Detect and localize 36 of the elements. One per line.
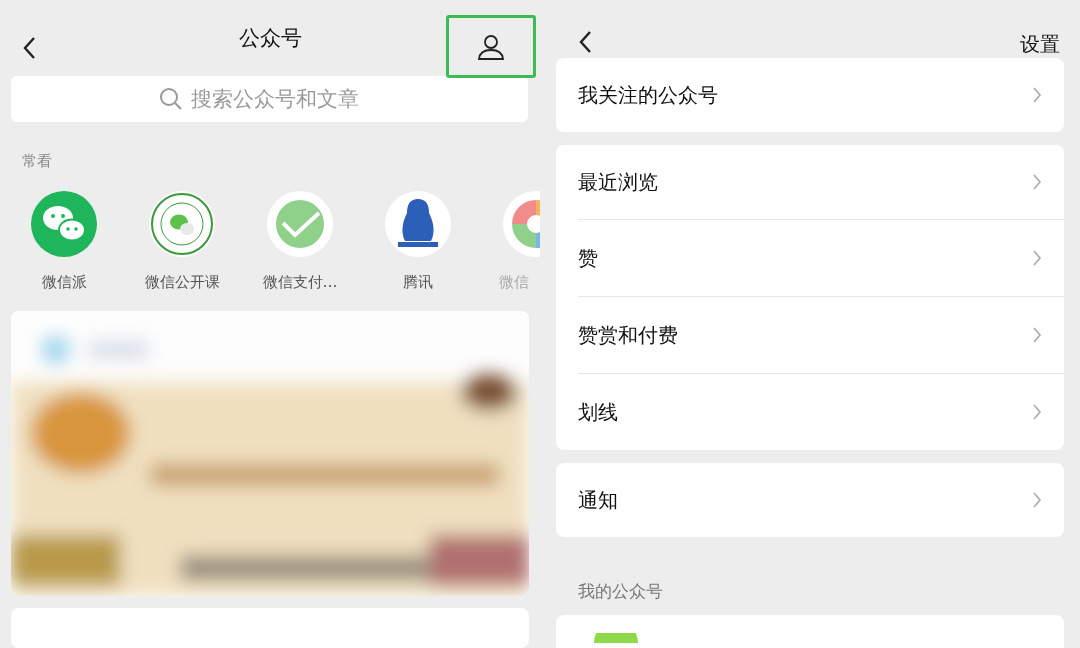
settings-row[interactable]: 赞赏和付费 — [578, 296, 1064, 373]
person-icon — [477, 32, 505, 61]
penguin-icon — [385, 191, 451, 258]
back-icon[interactable] — [578, 30, 592, 54]
account-name: 微信派 — [41, 273, 87, 293]
chevron-icon — [1032, 403, 1042, 421]
account-item[interactable]: 微信支付… — [241, 191, 359, 303]
back-icon[interactable] — [22, 36, 36, 60]
settings-row[interactable]: 我关注的公众号 — [578, 58, 1064, 132]
profile-button[interactable] — [446, 15, 536, 78]
section-heading: 我的公众号 — [578, 580, 664, 603]
account-item[interactable]: 微信公开课 — [123, 191, 241, 303]
chevron-icon — [1032, 491, 1042, 509]
chevron-icon — [1032, 249, 1042, 267]
account-name: 微信支付… — [262, 273, 338, 293]
chevron-icon — [1032, 326, 1042, 344]
settings-row[interactable]: 赞 — [578, 219, 1064, 296]
checkmark-icon — [267, 191, 333, 258]
settings-row[interactable]: 通知 — [578, 463, 1064, 537]
settings-title: 设置 — [1020, 31, 1060, 58]
avatar-icon — [594, 633, 638, 643]
account-name: 微信公开课 — [144, 273, 220, 293]
chat-bubbles-icon — [31, 191, 97, 258]
account-name: 腾讯 — [403, 273, 433, 293]
settings-row[interactable]: 划线 — [578, 373, 1064, 450]
section-heading: 常看 — [22, 152, 53, 172]
account-item[interactable]: 微信派 — [5, 191, 123, 303]
account-item[interactable]: 腾讯 — [359, 191, 477, 303]
account-name: 微信 — [499, 273, 529, 293]
chevron-icon — [1032, 173, 1042, 191]
search-field[interactable]: 搜索公众号和文章 — [190, 87, 381, 112]
settings-row[interactable]: 最近浏览 — [578, 145, 1064, 219]
search-icon — [158, 87, 183, 112]
page-title: 公众号 — [238, 25, 302, 53]
chevron-icon — [1032, 86, 1042, 104]
badge-icon — [149, 191, 215, 258]
